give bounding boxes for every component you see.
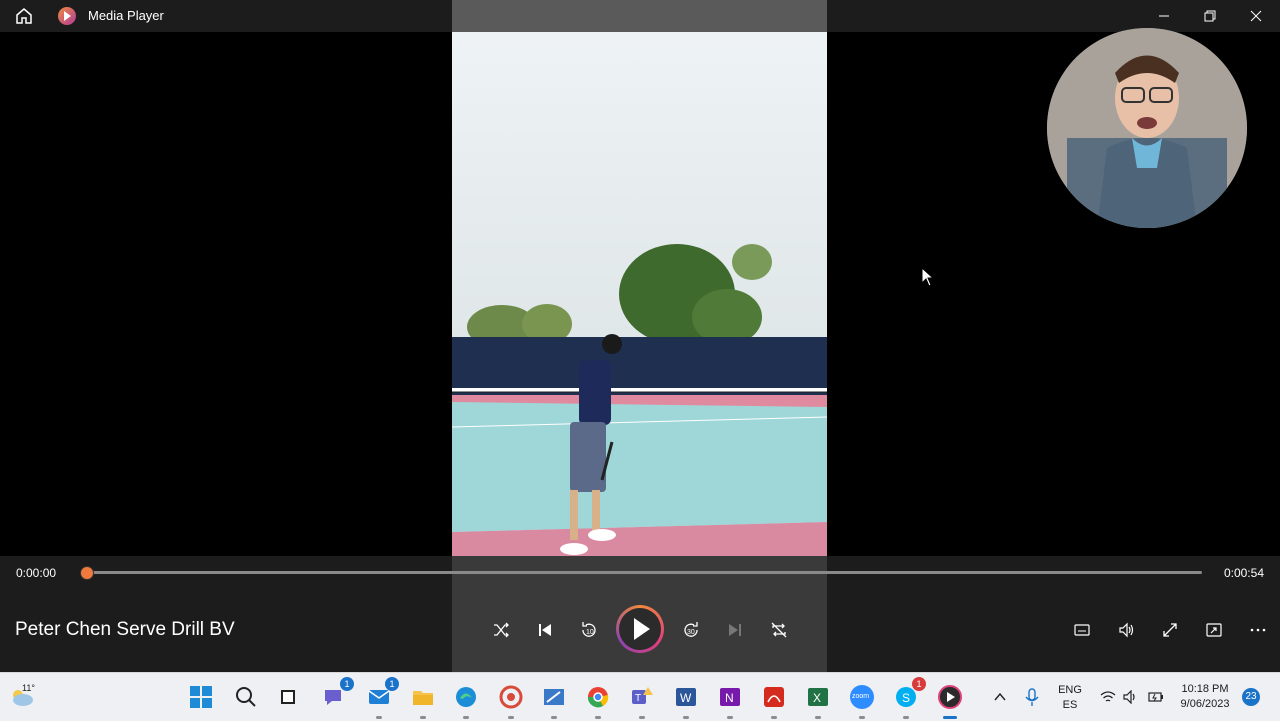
show-hidden-icons-icon[interactable] xyxy=(986,683,1014,711)
skype-badge: 1 xyxy=(912,677,926,691)
svg-text:N: N xyxy=(725,691,734,705)
clock-time[interactable]: 10:18 PM xyxy=(1172,682,1238,696)
word-icon[interactable]: W xyxy=(672,683,700,719)
fullscreen-icon[interactable] xyxy=(1156,616,1184,644)
notification-badge[interactable]: 23 xyxy=(1242,688,1260,706)
taskbar: 11° 1 1 T W N X zoom S 1 ENG ES 10:18 PM… xyxy=(0,672,1280,721)
teams-chat-badge: 1 xyxy=(340,677,354,691)
zoom-label: zoom xyxy=(852,693,870,700)
seek-thumb[interactable] xyxy=(80,566,94,580)
start-icon[interactable] xyxy=(187,683,215,711)
clock-date[interactable]: 9/06/2023 xyxy=(1172,697,1238,711)
onenote-icon[interactable]: N xyxy=(716,683,744,719)
shuffle-icon[interactable] xyxy=(487,616,515,644)
seek-bar[interactable] xyxy=(86,571,1202,574)
file-explorer-icon[interactable] xyxy=(409,683,437,719)
video-frame[interactable] xyxy=(452,32,827,556)
window-title: Media Player xyxy=(88,8,164,23)
track-title: Peter Chen Serve Drill BV xyxy=(15,619,235,640)
volume-icon[interactable] xyxy=(1112,616,1140,644)
subtitles-icon[interactable] xyxy=(1068,616,1096,644)
edge-icon[interactable] xyxy=(452,683,480,719)
acrobat-icon[interactable] xyxy=(760,683,788,719)
skype-icon[interactable]: S 1 xyxy=(892,677,926,719)
more-options-icon[interactable] xyxy=(1244,616,1272,644)
playback-controls: 0:00:00 0:00:54 Peter Chen Serve Drill B… xyxy=(0,556,1280,672)
chrome-icon[interactable] xyxy=(584,683,612,719)
webcam-feed xyxy=(1047,28,1247,228)
battery-icon[interactable] xyxy=(1142,683,1170,711)
svg-text:30: 30 xyxy=(687,629,695,636)
excel-icon[interactable]: X xyxy=(804,683,832,719)
snipping-tool-icon[interactable] xyxy=(540,683,568,719)
teams-icon[interactable]: T xyxy=(628,683,656,719)
svg-text:S: S xyxy=(902,691,910,705)
close-button[interactable] xyxy=(1233,0,1279,32)
total-time: 0:00:54 xyxy=(1223,566,1264,580)
restore-button[interactable] xyxy=(1187,0,1233,32)
microphone-icon[interactable] xyxy=(1018,683,1046,711)
repeat-off-icon[interactable] xyxy=(765,616,793,644)
media-player-taskbar-icon[interactable] xyxy=(936,683,964,719)
webcam-overlay[interactable] xyxy=(1047,28,1247,228)
mouse-cursor xyxy=(921,266,935,287)
svg-text:X: X xyxy=(813,691,821,705)
video-scene xyxy=(452,32,827,556)
current-time: 0:00:00 xyxy=(16,566,57,580)
media-player-app-icon xyxy=(58,7,76,25)
previous-icon[interactable] xyxy=(531,616,559,644)
play-button[interactable] xyxy=(616,605,664,653)
skip-forward-30-icon[interactable]: 30 xyxy=(677,616,705,644)
language-primary[interactable]: ENG xyxy=(1054,683,1086,697)
volume-tray-icon[interactable] xyxy=(1117,683,1145,711)
svg-text:10: 10 xyxy=(586,629,594,636)
next-icon[interactable] xyxy=(721,616,749,644)
play-icon xyxy=(634,618,650,640)
home-icon[interactable] xyxy=(14,6,34,26)
weather-temp: 11° xyxy=(22,683,35,693)
task-view-icon[interactable] xyxy=(274,683,302,711)
top-overlay xyxy=(452,0,827,32)
chrome-dev-icon[interactable] xyxy=(497,683,525,719)
skip-back-10-icon[interactable]: 10 xyxy=(575,616,603,644)
search-icon[interactable] xyxy=(232,683,260,711)
language-secondary[interactable]: ES xyxy=(1054,698,1086,712)
zoom-icon[interactable]: zoom xyxy=(848,683,876,719)
mini-player-icon[interactable] xyxy=(1200,616,1228,644)
mail-icon[interactable]: 1 xyxy=(365,677,399,719)
mail-badge: 1 xyxy=(385,677,399,691)
teams-chat-icon[interactable]: 1 xyxy=(320,677,354,711)
svg-text:T: T xyxy=(635,693,641,704)
svg-text:W: W xyxy=(680,691,692,705)
